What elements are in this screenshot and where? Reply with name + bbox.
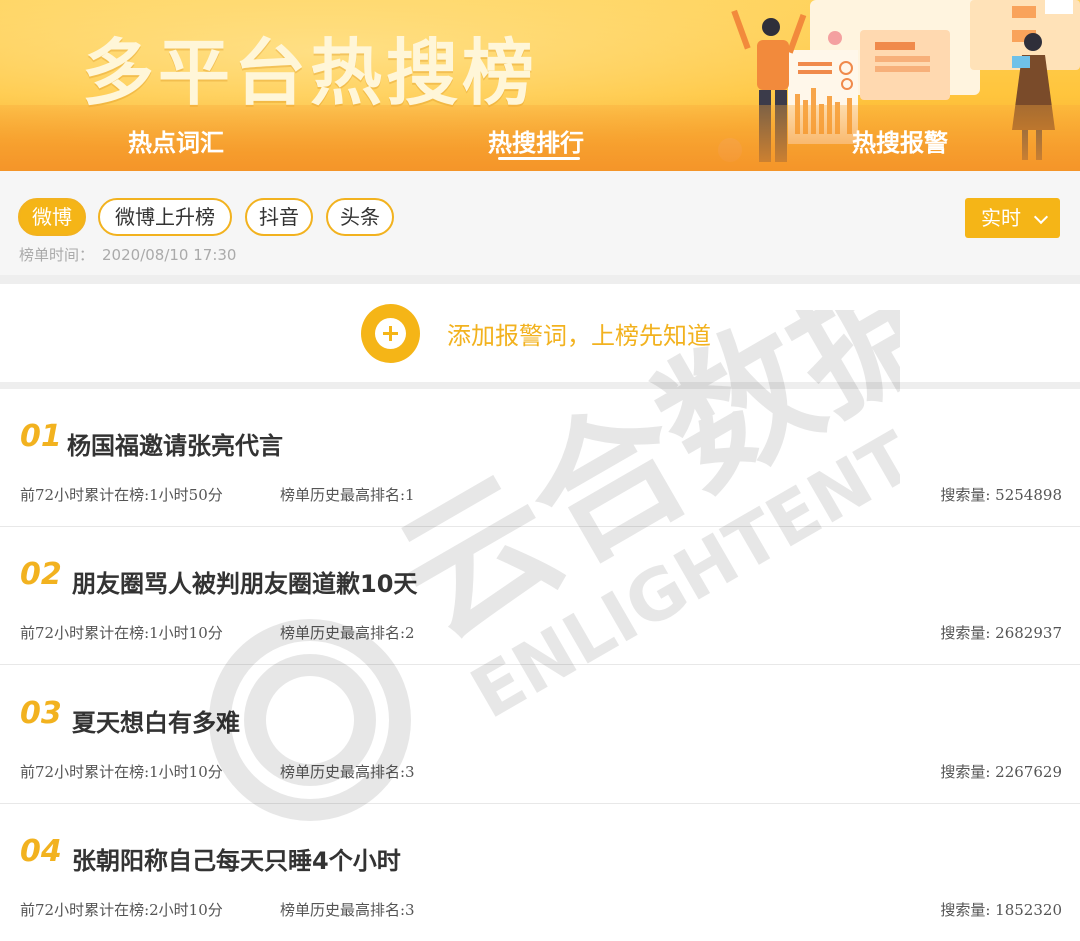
chip-weibo[interactable]: 微博 <box>18 198 86 236</box>
active-tab-indicator <box>498 157 580 160</box>
rank-number: 04 <box>20 834 62 869</box>
rank-title[interactable]: 杨国福邀请张亮代言 <box>67 426 283 461</box>
tab-hot-search-alert[interactable]: 热搜报警 <box>852 123 948 158</box>
rank-hours-on-list: 前72小时累计在榜:1小时50分 <box>20 486 223 504</box>
tab-bar: 热点词汇 热搜排行 热搜报警 <box>0 105 1080 171</box>
list-time-label: 榜单时间： <box>19 246 95 264</box>
add-circle-icon[interactable] <box>361 304 420 363</box>
chip-weibo-rising[interactable]: 微博上升榜 <box>98 198 232 236</box>
time-range-select[interactable]: 实时 <box>965 198 1060 238</box>
add-alert-row[interactable]: 添加报警词，上榜先知道 <box>0 284 1080 382</box>
ranking-list: 01 杨国福邀请张亮代言 前72小时累计在榜:1小时50分 榜单历史最高排名:1… <box>0 389 1080 941</box>
section-divider <box>0 275 1080 284</box>
rank-hours-on-list: 前72小时累计在榜:1小时10分 <box>20 763 223 781</box>
ranking-item[interactable]: 04 张朝阳称自己每天只睡4个小时 前72小时累计在榜:2小时10分 榜单历史最… <box>0 804 1080 941</box>
rank-search-volume: 搜索量: 2682937 <box>940 624 1062 642</box>
rank-number: 01 <box>20 419 62 454</box>
ranking-item[interactable]: 02 朋友圈骂人被判朋友圈道歉10天 前72小时累计在榜:1小时10分 榜单历史… <box>0 527 1080 665</box>
tab-hot-search-ranking[interactable]: 热搜排行 <box>488 123 584 158</box>
tab-hot-words[interactable]: 热点词汇 <box>128 123 224 158</box>
header-banner: 多平台热搜榜 热点词汇 热搜排行 热搜报警 <box>0 0 1080 171</box>
rank-search-volume: 搜索量: 5254898 <box>940 486 1062 504</box>
banner-title: 多平台热搜榜 <box>82 31 539 115</box>
rank-title[interactable]: 朋友圈骂人被判朋友圈道歉10天 <box>72 564 417 599</box>
add-alert-text[interactable]: 添加报警词，上榜先知道 <box>447 316 711 351</box>
list-time-value: 2020/08/10 17:30 <box>102 246 237 264</box>
list-timestamp: 榜单时间： 2020/08/10 17:30 <box>19 244 236 265</box>
rank-best-position: 榜单历史最高排名:1 <box>280 486 415 504</box>
rank-title[interactable]: 夏天想白有多难 <box>72 703 240 738</box>
chip-toutiao[interactable]: 头条 <box>326 198 394 236</box>
section-divider <box>0 382 1080 389</box>
rank-hours-on-list: 前72小时累计在榜:2小时10分 <box>20 901 223 919</box>
rank-number: 03 <box>20 696 62 731</box>
rank-title[interactable]: 张朝阳称自己每天只睡4个小时 <box>72 841 401 876</box>
rank-best-position: 榜单历史最高排名:2 <box>280 624 415 642</box>
chevron-down-icon <box>1033 209 1049 225</box>
rank-best-position: 榜单历史最高排名:3 <box>280 763 415 781</box>
chip-douyin[interactable]: 抖音 <box>245 198 313 236</box>
rank-search-volume: 搜索量: 1852320 <box>940 901 1062 919</box>
time-range-value: 实时 <box>981 206 1021 230</box>
rank-search-volume: 搜索量: 2267629 <box>940 763 1062 781</box>
ranking-item[interactable]: 03 夏天想白有多难 前72小时累计在榜:1小时10分 榜单历史最高排名:3 搜… <box>0 666 1080 804</box>
ranking-item[interactable]: 01 杨国福邀请张亮代言 前72小时累计在榜:1小时50分 榜单历史最高排名:1… <box>0 389 1080 527</box>
rank-number: 02 <box>20 557 62 592</box>
rank-hours-on-list: 前72小时累计在榜:1小时10分 <box>20 624 223 642</box>
rank-best-position: 榜单历史最高排名:3 <box>280 901 415 919</box>
